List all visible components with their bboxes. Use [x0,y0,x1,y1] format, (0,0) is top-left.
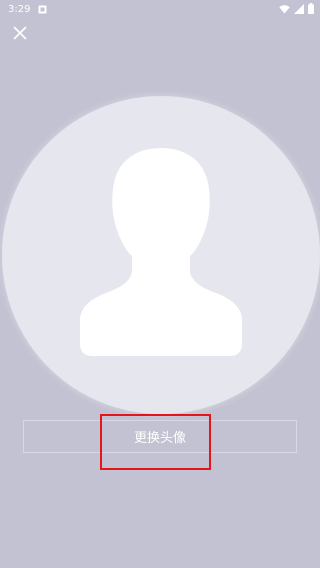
change-avatar-label: 更换头像 [133,431,186,446]
close-icon [13,25,27,44]
screen: 3:29 更换头像 [0,0,320,568]
wifi-icon [279,4,290,17]
close-button[interactable] [8,22,32,46]
notification-icon [38,5,47,14]
change-avatar-button[interactable]: 更换头像 [23,420,297,453]
status-time: 3:29 [8,4,31,15]
status-icons [279,3,314,17]
avatar-preview[interactable] [2,96,320,414]
status-bar: 3:29 [0,0,320,20]
battery-icon [308,3,314,17]
signal-icon [294,3,304,17]
